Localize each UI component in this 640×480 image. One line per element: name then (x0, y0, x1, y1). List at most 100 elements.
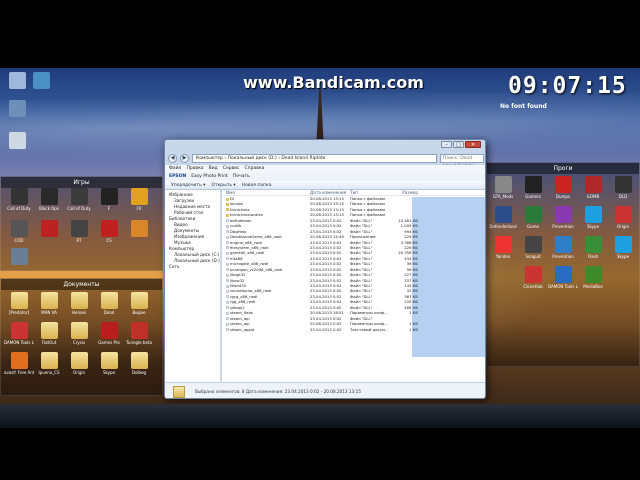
game-shortcut-icon[interactable]: COD (4, 220, 34, 250)
new-folder-button[interactable]: Новая папка (242, 181, 272, 189)
program-shortcut-icon[interactable]: Gamerz (518, 176, 548, 206)
menu-help[interactable]: Справка (245, 165, 265, 173)
no-font-label: No font found (500, 103, 547, 110)
file-icon (226, 273, 229, 277)
maximize-button[interactable]: □ (453, 141, 464, 148)
origin-icon[interactable]: Origin (64, 352, 94, 382)
menu-tools[interactable]: Сервис (223, 165, 240, 173)
folder-icon (226, 202, 229, 206)
explorer-window: – □ ✕ ◀ ▶ Компьютер › Локальный диск (D:… (164, 139, 486, 399)
folder-icon[interactable]: Dead (94, 292, 124, 322)
folder-icon[interactable]: MAN VA (34, 292, 64, 322)
navigation-pane: Избранное Загрузки Недавние места Рабочий с… (165, 190, 221, 382)
nav-item[interactable]: Сеть (165, 264, 220, 270)
folder-icon[interactable]: [Predator] (4, 292, 34, 322)
game-shortcut-icon[interactable]: CS (94, 220, 124, 250)
forward-button[interactable]: ▶ (180, 154, 189, 163)
file-icon (226, 300, 229, 304)
file-icon (226, 235, 229, 239)
folder-icon[interactable]: Ipuena_CS (34, 352, 64, 382)
games-pro-icon[interactable]: Games Pro (94, 322, 124, 352)
folder-icon[interactable]: Crysis (64, 322, 94, 352)
tunngle-icon[interactable]: Tunngle beta (124, 322, 154, 352)
easy-photo-print-button[interactable]: Easy Photo Print (191, 173, 228, 181)
daemon-tools-icon[interactable]: DAMON Tools Lite (548, 266, 578, 296)
game-shortcut-icon[interactable] (124, 220, 154, 250)
file-row[interactable]: steam_appid 23.04.2013 0:02 Текстовый доку… (222, 326, 485, 332)
program-shortcut-icon[interactable]: GOMB (578, 176, 608, 206)
games-fence-title: Игры (1, 177, 162, 188)
program-shortcut-icon[interactable]: Prevention (548, 206, 578, 236)
back-button[interactable]: ◀ (168, 154, 177, 163)
program-shortcut-icon[interactable]: Prevention (548, 236, 578, 266)
taskbar (0, 404, 640, 428)
program-shortcut-icon[interactable]: CloneHub (518, 266, 548, 296)
column-date[interactable]: Дата изменения (310, 190, 350, 195)
folder-icon (173, 386, 185, 398)
file-type: Текстовый докум... (350, 326, 389, 332)
program-shortcut-icon[interactable]: Snaguit (518, 236, 548, 266)
game-shortcut-icon[interactable] (34, 220, 64, 250)
program-shortcut-icon[interactable]: Dumps (548, 176, 578, 206)
folder-icon[interactable]: Heroes (64, 292, 94, 322)
print-button[interactable]: Печать (233, 173, 250, 181)
game-shortcut-icon[interactable]: Call of Duty (4, 188, 34, 218)
documents-fence-title: Документы (1, 279, 162, 290)
desktop: Игры Call of Duty Black Ops Call of Duty… (0, 68, 640, 428)
program-shortcut-icon[interactable]: MediaBox (578, 266, 608, 296)
skype-icon[interactable]: Skype (578, 206, 608, 236)
file-icon (226, 246, 229, 250)
recycle-bin-icon[interactable] (2, 132, 32, 162)
search-input[interactable]: Поиск: Dead Island Riptide (440, 154, 484, 169)
file-icon (226, 219, 229, 223)
file-date: 23.04.2013 0:02 (310, 326, 342, 332)
daemon-tools-icon[interactable]: DAMON Tools Lite (4, 322, 34, 352)
game-shortcut-icon[interactable]: Call of Duty (64, 188, 94, 218)
program-shortcut-icon[interactable]: Game (518, 206, 548, 236)
skype-icon[interactable]: Skype (608, 236, 638, 266)
menu-edit[interactable]: Правка (186, 165, 203, 173)
avast-icon[interactable]: avast! Free Antivirus (4, 352, 34, 382)
folder-icon[interactable]: Dolbeg (124, 352, 154, 382)
folder-icon[interactable]: Skype (94, 352, 124, 382)
title-bar[interactable]: – □ ✕ (165, 140, 485, 151)
yandex-icon[interactable]: Yandex (488, 236, 518, 266)
column-name[interactable]: Имя (222, 190, 310, 195)
game-shortcut-icon[interactable] (4, 248, 34, 278)
menu-view[interactable]: Вид (209, 165, 218, 173)
organize-button[interactable]: Упорядочить ▾ (171, 181, 205, 189)
close-button[interactable]: ✕ (465, 141, 481, 148)
folder-icon[interactable]: FlatOut (34, 322, 64, 352)
column-type[interactable]: Тип (350, 190, 390, 195)
program-shortcut-icon[interactable]: Flash (578, 236, 608, 266)
breadcrumb[interactable]: Компьютер › Локальный диск (D:) › Dead I… (192, 154, 437, 163)
folder-icon[interactable]: Видео (124, 292, 154, 322)
file-icon (226, 251, 229, 255)
program-shortcut-icon[interactable]: GTA_Mods (488, 176, 518, 206)
desktop-clock: 09:07:15 (508, 73, 627, 99)
open-button[interactable]: Открыть ▾ (211, 181, 235, 189)
network-icon[interactable] (2, 100, 32, 130)
toolbar: Упорядочить ▾ Открыть ▾ Новая папка (165, 181, 485, 190)
program-shortcut-icon[interactable]: Origin (608, 206, 638, 236)
folder-icon (226, 197, 229, 201)
file-size: 1 КБ (409, 326, 418, 332)
game-shortcut-icon[interactable]: RT (64, 220, 94, 250)
file-icon (226, 241, 229, 244)
programs-fence-title: Проги (487, 163, 639, 174)
game-shortcut-icon[interactable]: Black Ops (34, 188, 64, 218)
minimize-button[interactable]: – (441, 141, 452, 148)
file-icon (226, 279, 229, 283)
bandicam-icon[interactable] (26, 72, 56, 102)
game-shortcut-icon[interactable]: FX (124, 188, 154, 218)
column-size[interactable]: Размер (390, 190, 418, 195)
screen: Игры Call of Duty Black Ops Call of Duty… (0, 0, 640, 480)
app-bar: EPSON Easy Photo Print Печать (165, 173, 485, 181)
file-icon (226, 257, 229, 261)
game-shortcut-icon[interactable]: F (94, 188, 124, 218)
program-shortcut-icon[interactable]: DLD (608, 176, 638, 206)
file-icon (226, 317, 229, 321)
address-row: ◀ ▶ Компьютер › Локальный диск (D:) › De… (168, 153, 484, 169)
menu-file[interactable]: Файл (169, 165, 181, 173)
program-shortcut-icon[interactable]: Defenderland (488, 206, 518, 236)
